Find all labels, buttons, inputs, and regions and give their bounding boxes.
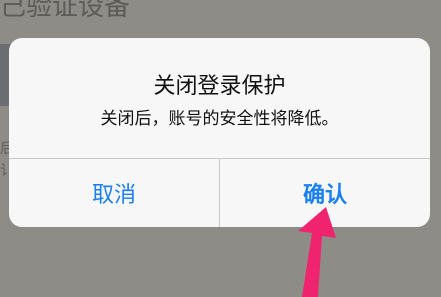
confirm-dialog: 关闭登录保护 关闭后，账号的安全性将降低。 取消 确认 (9, 38, 430, 227)
cancel-button[interactable]: 取消 (9, 159, 219, 227)
confirm-button[interactable]: 确认 (220, 159, 430, 227)
dialog-message: 关闭后，账号的安全性将降低。 (100, 109, 339, 129)
background-page-title: 己验证设备 (0, 0, 131, 22)
screen: 己验证设备 后 讠 关闭登录保护 关闭后，账号的安全性将降低。 取消 确认 (0, 0, 441, 297)
dialog-title: 关闭登录保护 (153, 74, 286, 99)
